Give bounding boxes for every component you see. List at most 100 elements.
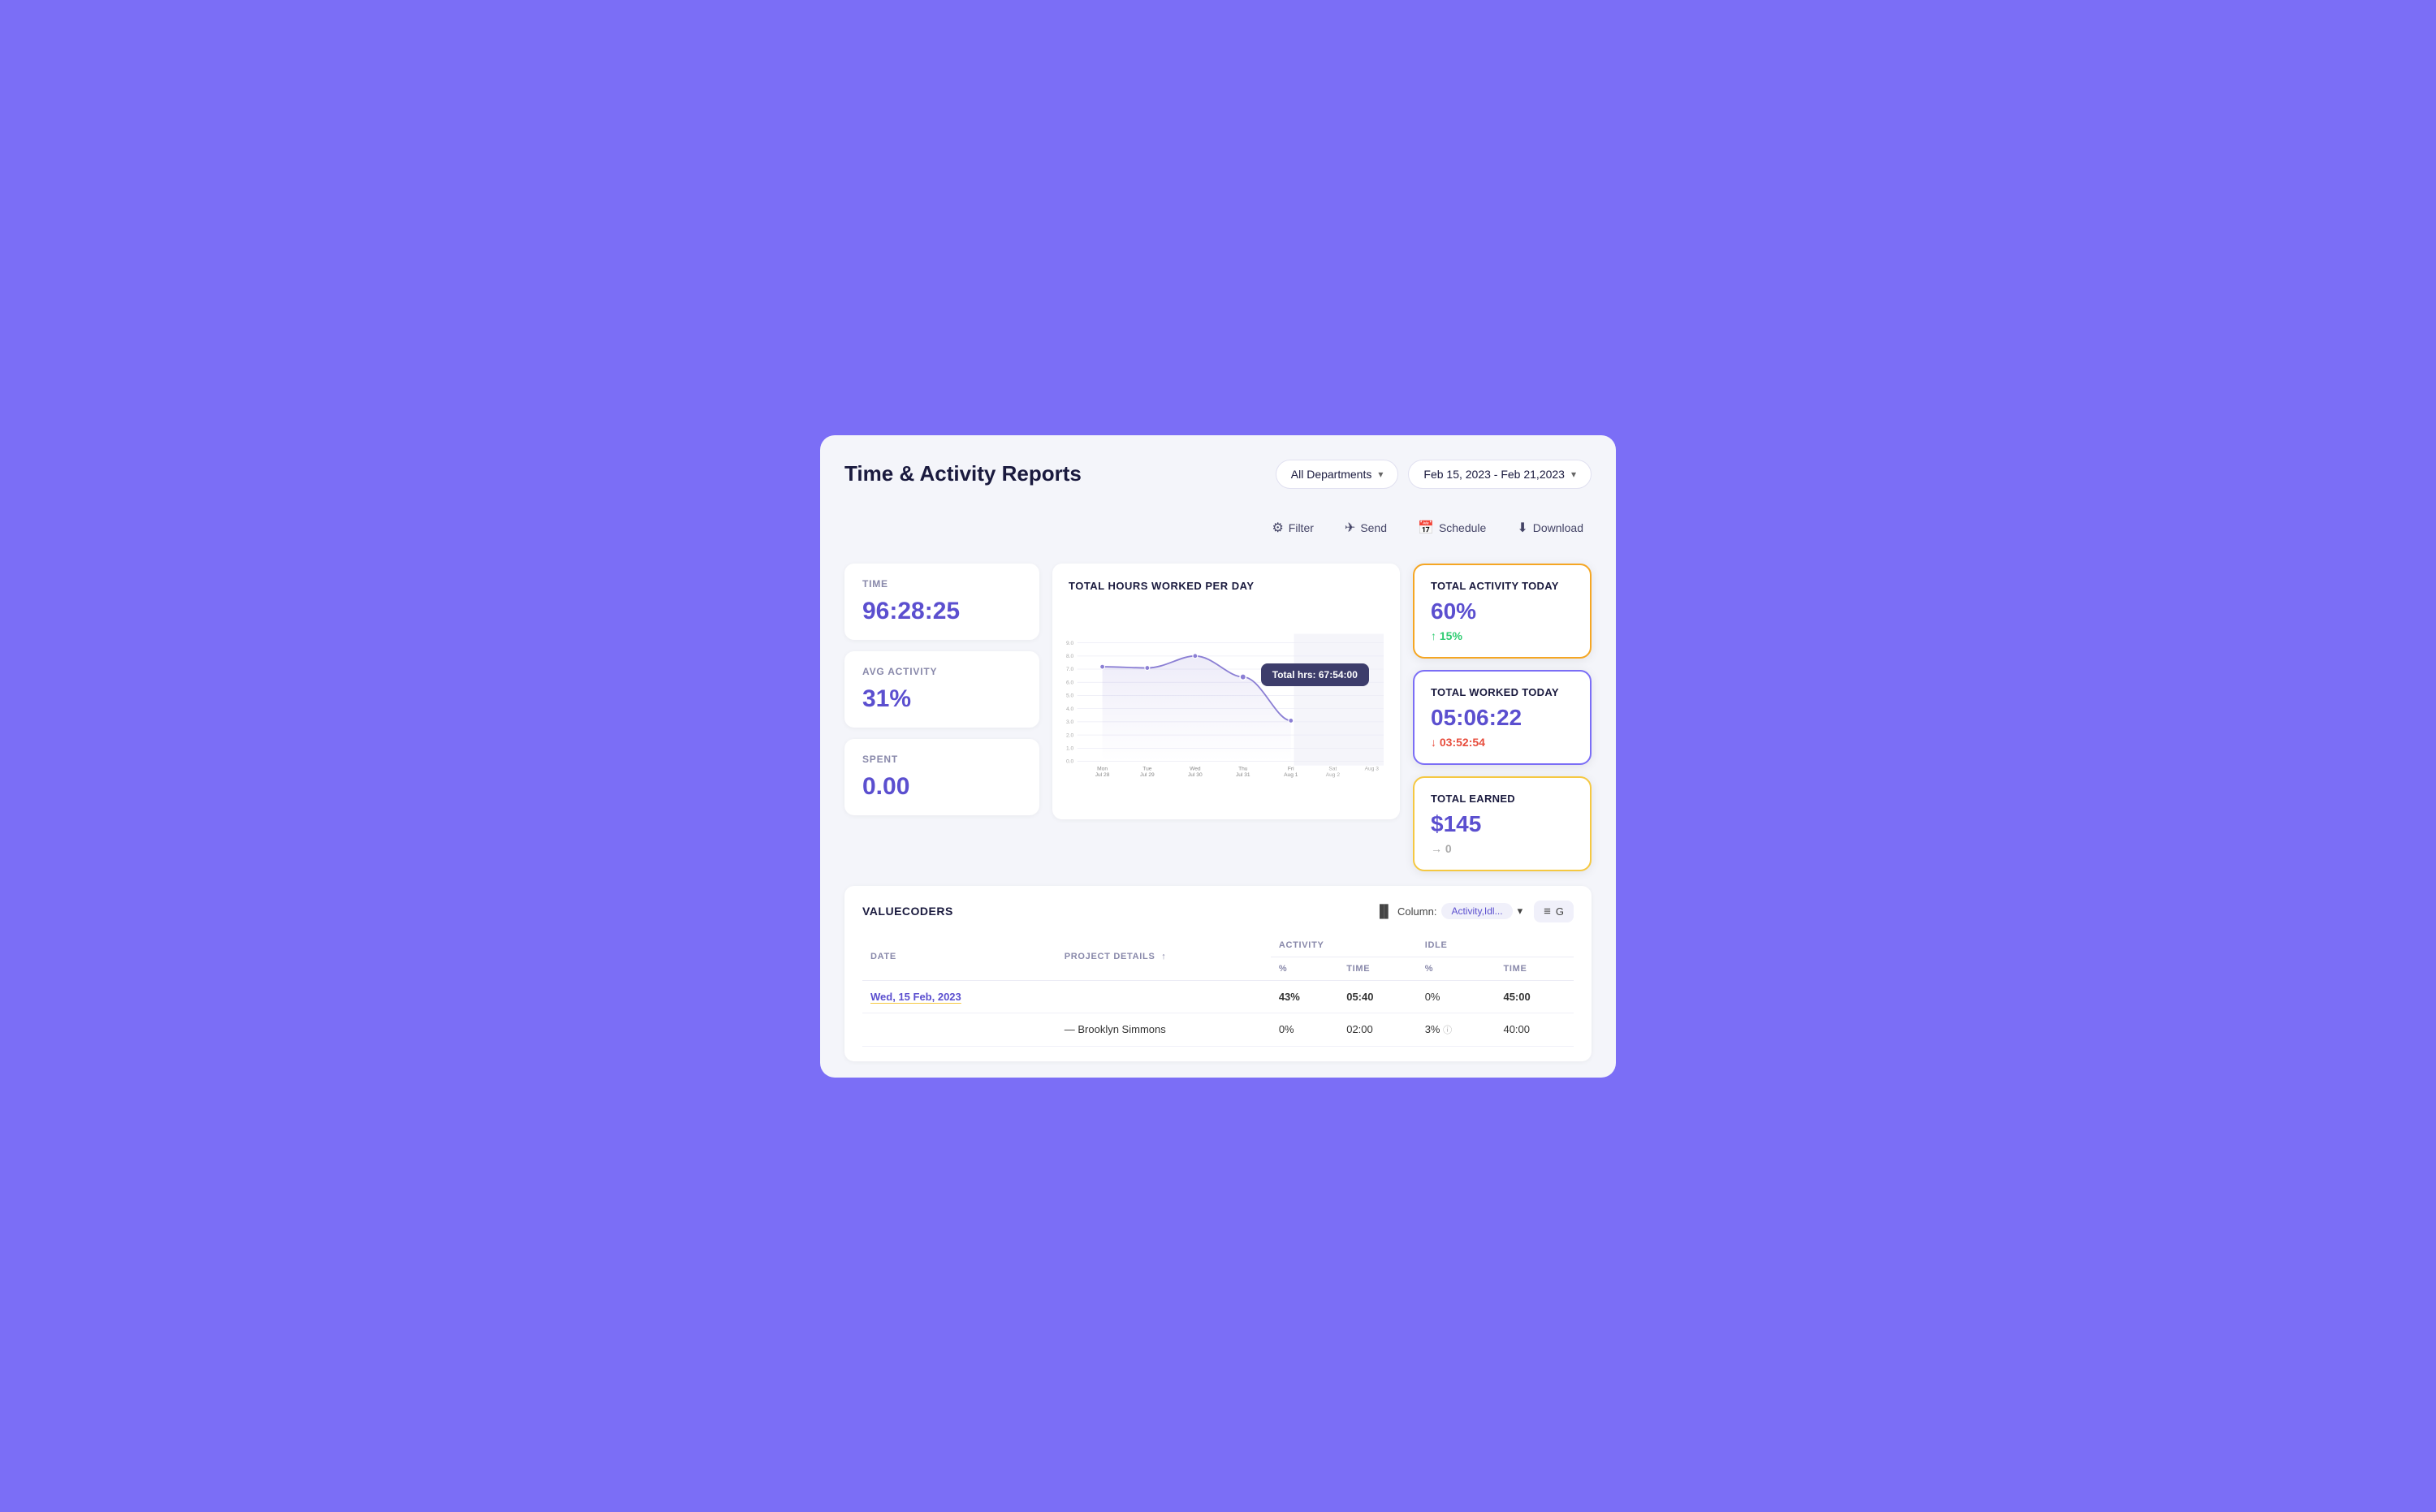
svg-text:Aug 3: Aug 3 (1365, 766, 1380, 771)
col-activity-header: ACTIVITY (1271, 934, 1417, 957)
content-grid: TIME 96:28:25 AVG ACTIVITY 31% SPENT 0.0… (844, 564, 1592, 871)
bottom-section: VALUECODERS ▐▌ Column: Activity,Idl... ▾… (844, 886, 1592, 1061)
left-cards: TIME 96:28:25 AVG ACTIVITY 31% SPENT 0.0… (844, 564, 1039, 815)
table-section-title: VALUECODERS (862, 905, 953, 918)
spent-card: SPENT 0.00 (844, 739, 1039, 815)
total-activity-today-card: TOTAL ACTIVITY TODAY 60% 15% (1413, 564, 1592, 659)
activity-pct-cell: 43% (1271, 980, 1338, 1013)
activity-time-cell: 05:40 (1338, 980, 1416, 1013)
table-row: — Brooklyn Simmons 0% 02:00 3% ⓘ 40:00 (862, 1013, 1574, 1046)
worked-today-sub: 03:52:54 (1431, 736, 1574, 749)
table-controls: ▐▌ Column: Activity,Idl... ▾ ≡ G (1376, 901, 1574, 922)
svg-text:5.0: 5.0 (1066, 693, 1074, 698)
col-date: DATE (862, 934, 1056, 981)
col-project: PROJECT DETAILS ↑ (1056, 934, 1271, 981)
toolbar: ⚙ Filter ✈ Send 📅 Schedule ⬇ Download (844, 507, 1592, 549)
svg-text:Jul 31: Jul 31 (1236, 771, 1250, 777)
send-icon: ✈ (1345, 520, 1355, 536)
svg-text:7.0: 7.0 (1066, 667, 1074, 672)
spent-value: 0.00 (862, 773, 1021, 801)
header: Time & Activity Reports All Departments … (844, 460, 1592, 489)
chart-title: TOTAL HOURS WORKED PER DAY (1060, 580, 1384, 592)
col-activity-pct: % (1271, 957, 1338, 980)
svg-text:3.0: 3.0 (1066, 719, 1074, 725)
department-dropdown[interactable]: All Departments ▾ (1276, 460, 1399, 489)
filter-button[interactable]: ⚙ Filter (1263, 515, 1321, 541)
right-cards: TOTAL ACTIVITY TODAY 60% 15% TOTAL WORKE… (1413, 564, 1592, 871)
group-button[interactable]: ≡ G (1534, 901, 1574, 922)
svg-text:Sat: Sat (1328, 766, 1337, 771)
svg-text:1.0: 1.0 (1066, 745, 1074, 751)
activity-pct-cell2: 0% (1271, 1013, 1338, 1046)
col-activity-time: TIME (1338, 957, 1416, 980)
activity-today-title: TOTAL ACTIVITY TODAY (1431, 580, 1574, 592)
earned-today-title: TOTAL EARNED (1431, 793, 1574, 805)
svg-text:Jul 30: Jul 30 (1188, 771, 1203, 777)
chart-section: TOTAL HOURS WORKED PER DAY Total hrs: 67… (1052, 564, 1400, 819)
svg-text:0.0: 0.0 (1066, 758, 1074, 764)
chevron-down-icon: ▾ (1518, 905, 1523, 918)
activity-time-cell2: 02:00 (1338, 1013, 1416, 1046)
svg-text:4.0: 4.0 (1066, 706, 1074, 711)
activity-today-value: 60% (1431, 598, 1574, 624)
schedule-button[interactable]: 📅 Schedule (1410, 515, 1494, 541)
chart-area: Total hrs: 67:54:00 9.0 8.0 7.0 6.0 5.0 … (1060, 600, 1384, 811)
date-cell[interactable]: Wed, 15 Feb, 2023 (870, 991, 961, 1003)
svg-text:2.0: 2.0 (1066, 732, 1074, 738)
time-card: TIME 96:28:25 (844, 564, 1039, 640)
svg-text:Aug 2: Aug 2 (1326, 771, 1341, 777)
group-icon: ≡ (1544, 905, 1551, 918)
header-controls: All Departments ▾ Feb 15, 2023 - Feb 21,… (1276, 460, 1592, 489)
time-label: TIME (862, 578, 1021, 590)
svg-text:Jul 29: Jul 29 (1140, 771, 1155, 777)
svg-text:9.0: 9.0 (1066, 640, 1074, 646)
avg-activity-label: AVG ACTIVITY (862, 666, 1021, 677)
earned-today-value: $145 (1431, 811, 1574, 837)
worked-today-value: 05:06:22 (1431, 705, 1574, 731)
col-idle-time: TIME (1495, 957, 1574, 980)
send-button[interactable]: ✈ Send (1337, 515, 1395, 541)
activity-today-sub: 15% (1431, 629, 1574, 642)
worked-today-title: TOTAL WORKED TODAY (1431, 686, 1574, 698)
download-icon: ⬇ (1517, 520, 1527, 536)
calendar-icon: 📅 (1418, 520, 1434, 536)
total-earned-card: TOTAL EARNED $145 0 (1413, 776, 1592, 871)
col-idle-header: IDLE (1417, 934, 1574, 957)
data-table: DATE PROJECT DETAILS ↑ ACTIVITY IDLE % T… (862, 934, 1574, 1047)
project-cell: — Brooklyn Simmons (1056, 1013, 1271, 1046)
svg-text:Fri: Fri (1288, 766, 1294, 771)
svg-text:Mon: Mon (1097, 766, 1108, 771)
main-container: Time & Activity Reports All Departments … (820, 435, 1616, 1078)
svg-text:Thu: Thu (1238, 766, 1248, 771)
avg-activity-card: AVG ACTIVITY 31% (844, 651, 1039, 728)
idle-pct-cell: 0% (1417, 980, 1496, 1013)
date-range-dropdown[interactable]: Feb 15, 2023 - Feb 21,2023 ▾ (1408, 460, 1592, 489)
column-tag: Activity,Idl... (1441, 903, 1512, 919)
download-button[interactable]: ⬇ Download (1509, 515, 1592, 541)
chevron-down-icon: ▾ (1378, 469, 1383, 480)
time-value: 96:28:25 (862, 598, 1021, 625)
svg-text:8.0: 8.0 (1066, 654, 1074, 659)
svg-text:Tue: Tue (1142, 766, 1151, 771)
svg-text:Jul 28: Jul 28 (1095, 771, 1110, 777)
svg-text:Wed: Wed (1190, 766, 1201, 771)
idle-time-cell2: 40:00 (1495, 1013, 1574, 1046)
chevron-down-icon: ▾ (1571, 469, 1576, 480)
table-row: Wed, 15 Feb, 2023 43% 05:40 0% 45:00 (862, 980, 1574, 1013)
earned-today-sub: 0 (1431, 842, 1574, 855)
sort-icon: ↑ (1161, 952, 1166, 961)
page-title: Time & Activity Reports (844, 461, 1082, 486)
spent-label: SPENT (862, 754, 1021, 765)
columns-icon: ▐▌ (1376, 905, 1393, 918)
idle-pct-cell2: 3% ⓘ (1417, 1013, 1496, 1046)
avg-activity-value: 31% (862, 685, 1021, 713)
svg-text:6.0: 6.0 (1066, 680, 1074, 685)
svg-text:Aug 1: Aug 1 (1284, 771, 1298, 777)
column-selector[interactable]: ▐▌ Column: Activity,Idl... ▾ (1376, 903, 1522, 919)
col-idle-pct: % (1417, 957, 1496, 980)
idle-time-cell: 45:00 (1495, 980, 1574, 1013)
table-header-row: VALUECODERS ▐▌ Column: Activity,Idl... ▾… (862, 901, 1574, 922)
total-worked-today-card: TOTAL WORKED TODAY 05:06:22 03:52:54 (1413, 670, 1592, 765)
chart-svg: 9.0 8.0 7.0 6.0 5.0 4.0 3.0 2.0 (1060, 600, 1384, 811)
filter-icon: ⚙ (1272, 520, 1283, 536)
